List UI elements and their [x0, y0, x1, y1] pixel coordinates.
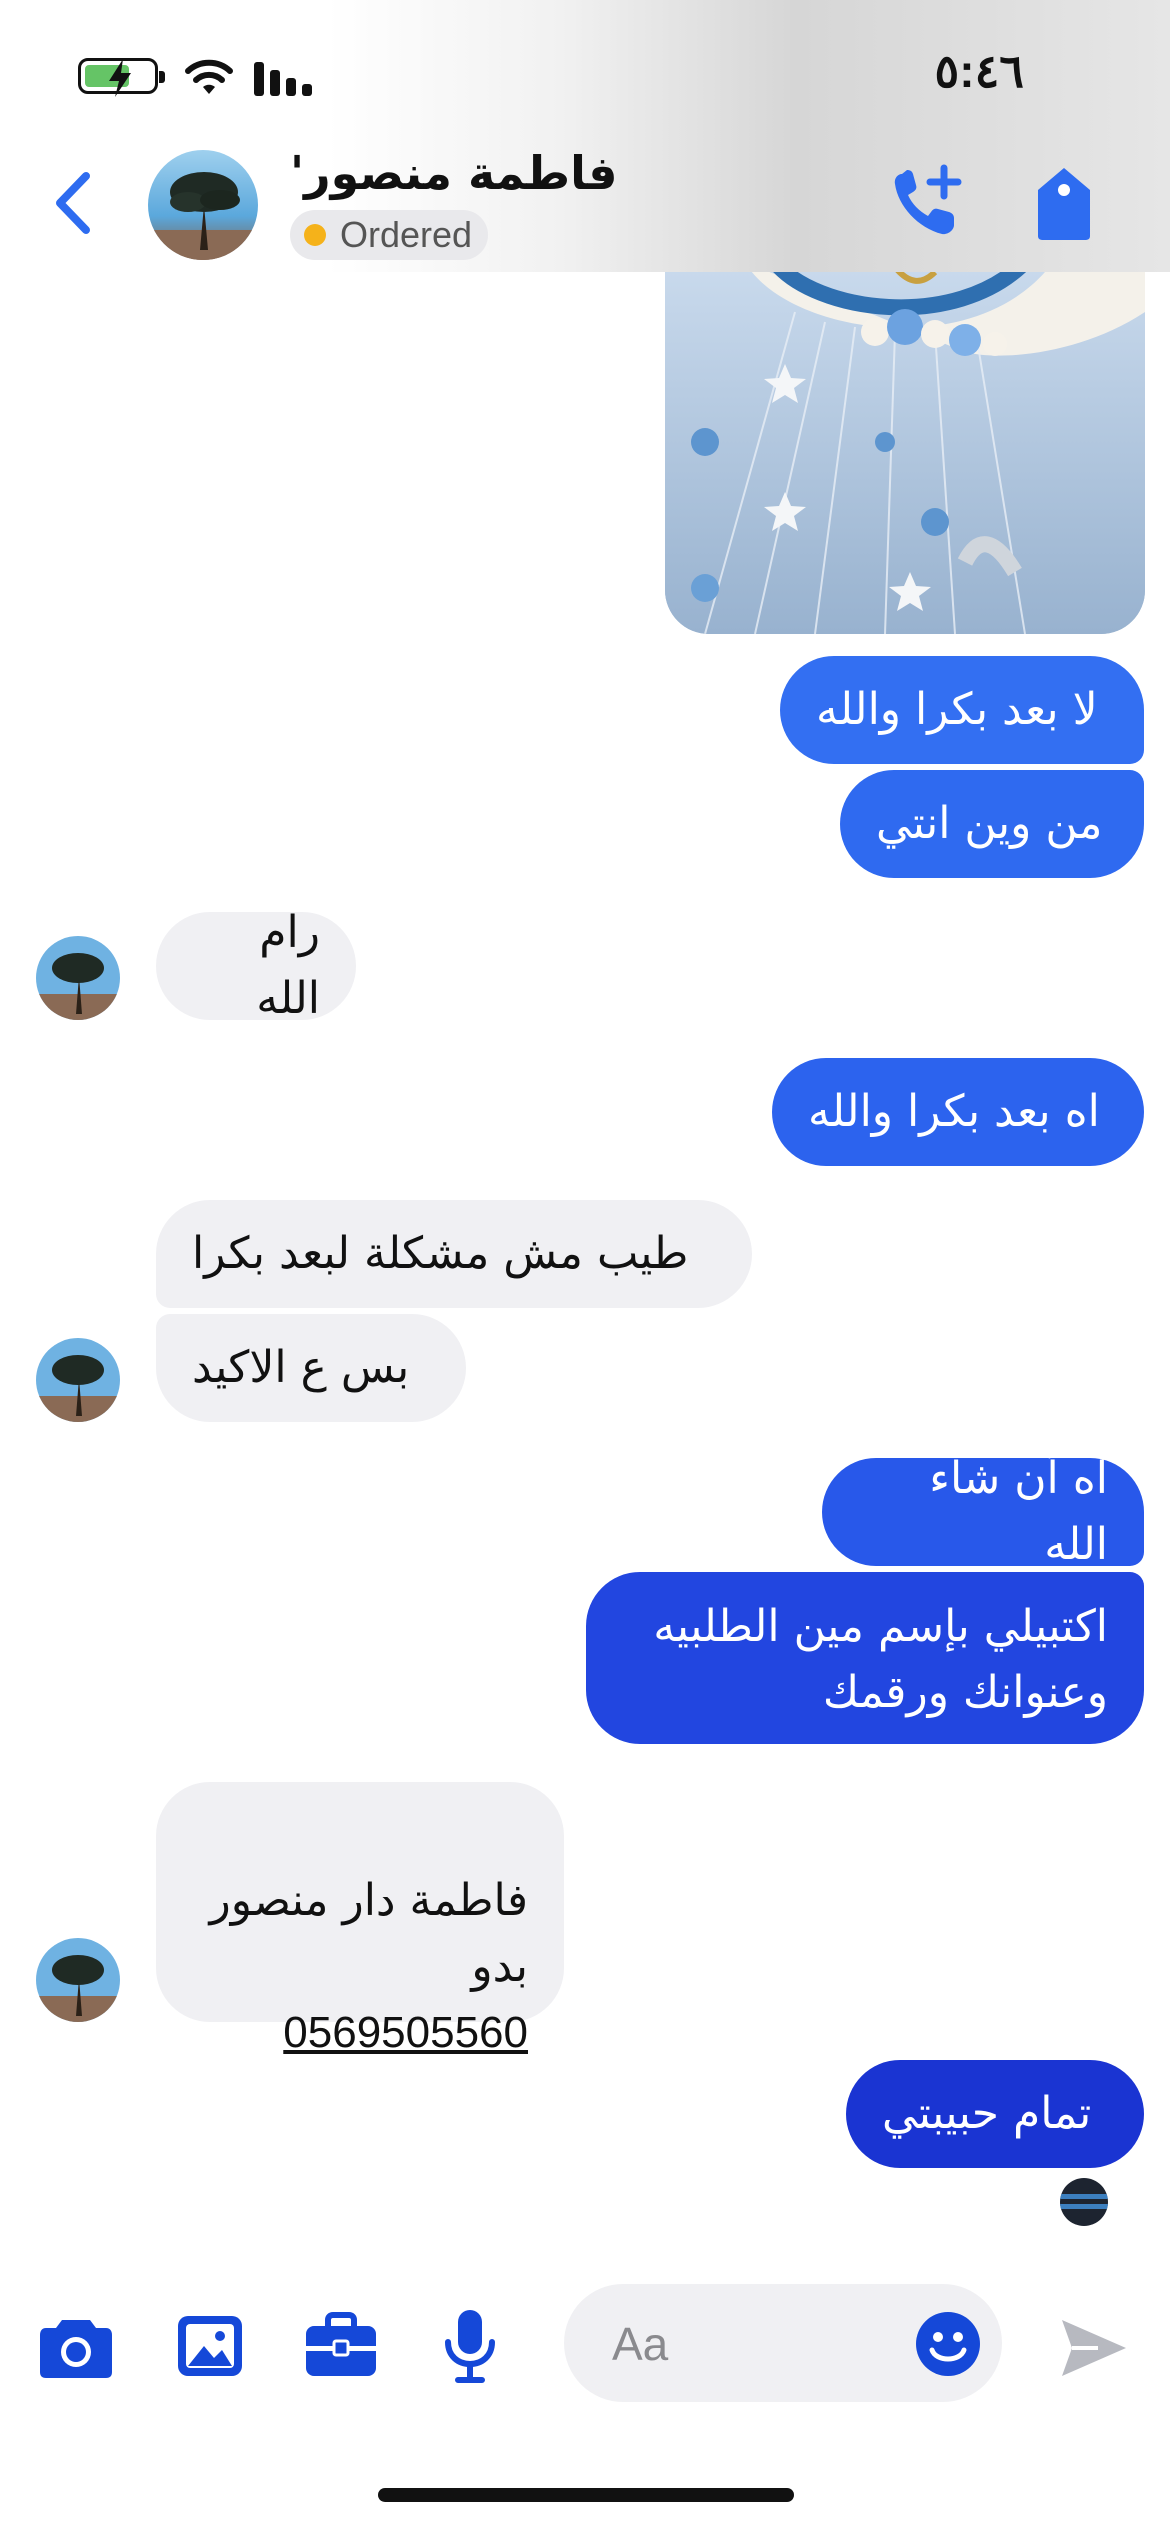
message-input[interactable]	[610, 2308, 884, 2380]
status-dot-icon	[304, 224, 326, 246]
home-indicator	[378, 2488, 794, 2502]
battery-icon	[78, 58, 165, 97]
send-icon[interactable]	[1058, 2312, 1130, 2384]
avatar[interactable]	[36, 1938, 120, 2022]
outgoing-message[interactable]: اه بعد بكرا والله	[772, 1058, 1144, 1166]
image-icon[interactable]	[176, 2314, 244, 2378]
briefcase-icon[interactable]	[304, 2312, 378, 2380]
seen-receipt-avatar	[1060, 2178, 1108, 2226]
order-status-badge[interactable]: Ordered	[290, 210, 489, 260]
phone-link[interactable]: 0569505560	[192, 2000, 528, 2066]
back-chevron-icon[interactable]	[46, 168, 106, 238]
order-status-label: Ordered	[340, 214, 473, 255]
outgoing-message[interactable]: تمام حبيبتي	[846, 2060, 1144, 2168]
outgoing-message[interactable]: اكتبيلي بإسم مين الطلبيه وعنوانك ورقمك	[586, 1572, 1144, 1744]
outgoing-message[interactable]: اه أن شاء الله	[822, 1453, 1144, 1570]
avatar[interactable]	[36, 936, 120, 1020]
microphone-icon[interactable]	[442, 2308, 498, 2384]
tag-icon[interactable]	[1032, 164, 1096, 244]
message-input-container[interactable]	[564, 2284, 1002, 2402]
signal-icon	[254, 58, 318, 96]
incoming-message[interactable]: طيب مش مشكلة لبعد بكرا	[156, 1200, 752, 1308]
outgoing-message[interactable]: من وين انتي	[840, 770, 1144, 878]
wifi-icon	[185, 59, 233, 94]
incoming-message[interactable]: فاطمة دار منصور بدو 0569505560	[156, 1782, 564, 2057]
top-bar: ٥:٤٦ فاطمة منصور' Ordered	[0, 0, 1170, 272]
camera-icon[interactable]	[38, 2314, 114, 2380]
message-text: فاطمة دار منصور بدو	[209, 1875, 528, 1992]
add-call-icon[interactable]	[888, 162, 968, 242]
outgoing-message[interactable]: لا بعد بكرا والله	[780, 656, 1144, 764]
shared-photo[interactable]	[665, 272, 1145, 634]
avatar[interactable]	[148, 150, 258, 260]
emoji-icon[interactable]	[914, 2310, 982, 2378]
status-time: ٥:٤٦	[934, 45, 1024, 97]
incoming-message[interactable]: بس ع الاكيد	[156, 1314, 466, 1422]
avatar[interactable]	[36, 1338, 120, 1422]
incoming-message[interactable]: رام الله	[156, 907, 356, 1024]
contact-name[interactable]: فاطمة منصور'	[290, 146, 617, 200]
